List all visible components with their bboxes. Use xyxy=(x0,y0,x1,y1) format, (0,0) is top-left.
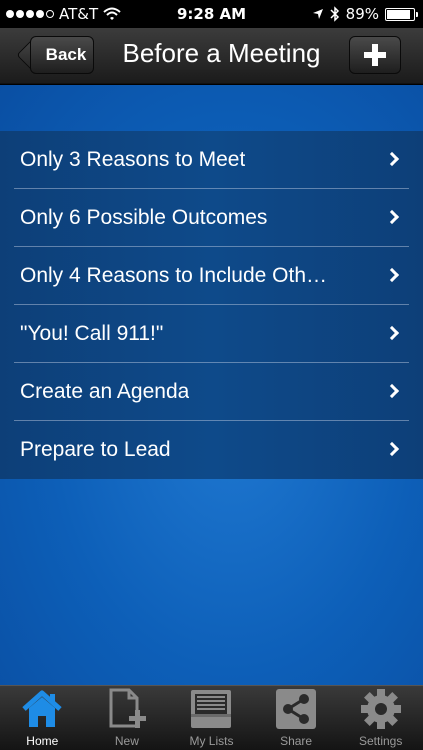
list-item[interactable]: Prepare to Lead xyxy=(0,421,423,479)
status-right: 89% xyxy=(312,5,418,23)
chevron-right-icon xyxy=(384,151,400,167)
tab-home[interactable]: Home xyxy=(0,686,85,750)
list-item-label: Only 3 Reasons to Meet xyxy=(20,148,246,171)
battery-icon xyxy=(385,7,418,21)
list-item-label: Only 4 Reasons to Include Oth… xyxy=(20,264,327,287)
gear-icon xyxy=(359,688,403,730)
list-item-label: "You! Call 911!" xyxy=(20,322,164,345)
location-arrow-icon xyxy=(312,9,323,19)
list-item-label: Create an Agenda xyxy=(20,380,190,403)
tab-new[interactable]: New xyxy=(85,686,170,750)
tab-label: My Lists xyxy=(189,734,234,748)
list-item[interactable]: Only 3 Reasons to Meet xyxy=(0,131,423,189)
navigation-bar: Back Before a Meeting xyxy=(0,28,423,84)
battery-percent: 89% xyxy=(345,5,379,23)
tab-label: New xyxy=(114,734,139,748)
list-item[interactable]: Only 4 Reasons to Include Oth… xyxy=(0,247,423,305)
chevron-right-icon xyxy=(384,441,400,457)
chevron-right-icon xyxy=(384,325,400,341)
list-item-label: Prepare to Lead xyxy=(20,438,171,461)
new-document-icon xyxy=(105,688,149,730)
page-title: Before a Meeting xyxy=(122,38,321,68)
tab-my-lists[interactable]: My Lists xyxy=(169,686,254,750)
battery-fill xyxy=(387,9,411,19)
list-item[interactable]: Create an Agenda xyxy=(0,363,423,421)
chevron-right-icon xyxy=(384,267,400,283)
tab-settings[interactable]: Settings xyxy=(338,686,423,750)
plus-icon xyxy=(364,44,386,66)
bluetooth-icon xyxy=(330,6,339,22)
tab-bar: Home New My Lists Share Settings xyxy=(0,685,423,750)
list-item-label: Only 6 Possible Outcomes xyxy=(20,206,268,229)
list-item[interactable]: Only 6 Possible Outcomes xyxy=(0,189,423,247)
chevron-right-icon xyxy=(384,383,400,399)
tab-label: Share xyxy=(280,734,313,748)
my-lists-icon xyxy=(189,688,233,730)
list-item[interactable]: "You! Call 911!" xyxy=(0,305,423,363)
chevron-right-icon xyxy=(384,209,400,225)
tab-label: Settings xyxy=(358,734,403,748)
home-icon xyxy=(20,688,64,730)
status-bar: AT&T 9:28 AM 89% xyxy=(0,0,423,28)
add-button[interactable] xyxy=(349,36,401,74)
share-icon xyxy=(274,688,318,730)
back-button[interactable]: Back xyxy=(30,36,94,74)
topic-list: Only 3 Reasons to Meet Only 6 Possible O… xyxy=(0,131,423,479)
tab-label: Home xyxy=(26,734,59,748)
tab-share[interactable]: Share xyxy=(254,686,339,750)
main-content: Only 3 Reasons to Meet Only 6 Possible O… xyxy=(0,85,423,685)
